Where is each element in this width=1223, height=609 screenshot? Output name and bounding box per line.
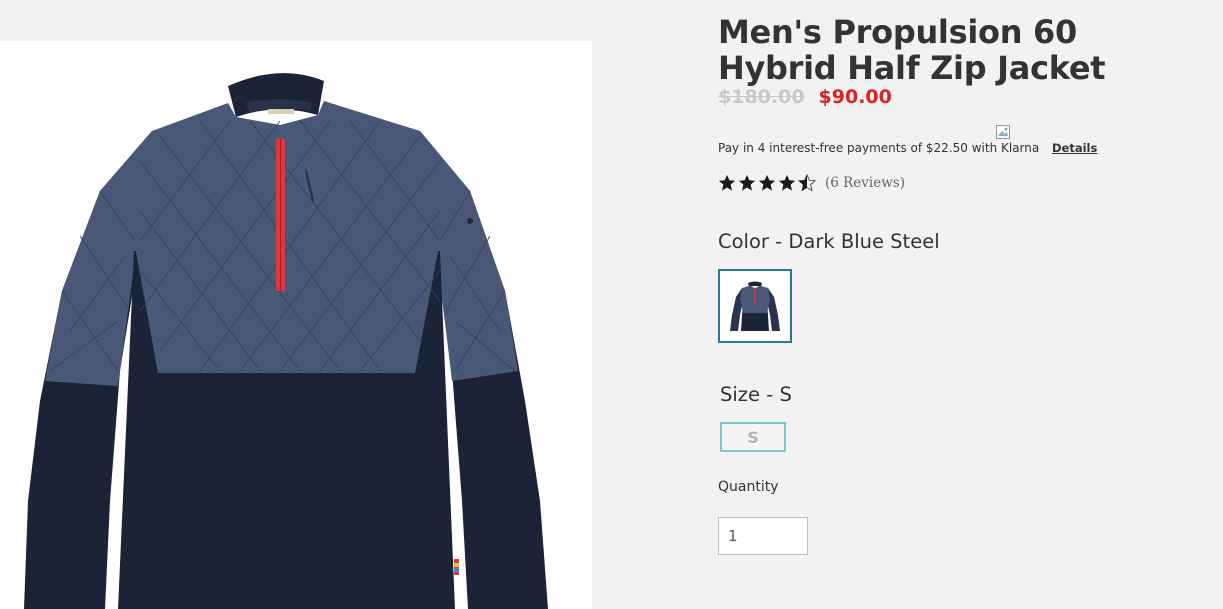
size-selection-label: Size - S [720, 383, 792, 406]
color-label: Color [718, 230, 769, 253]
color-value: Dark Blue Steel [788, 230, 940, 253]
size-label: Size [720, 383, 761, 406]
size-value: S [779, 383, 792, 406]
klarna-broken-image-icon [996, 125, 1010, 139]
color-swatch-image [730, 281, 780, 331]
klarna-details-link[interactable]: Details [1052, 141, 1097, 155]
star-icon [778, 174, 796, 191]
quantity-input[interactable] [718, 517, 808, 555]
star-rating [718, 174, 816, 192]
size-separator: - [760, 383, 780, 406]
klarna-text: Pay in 4 interest-free payments of $22.5… [718, 141, 1040, 155]
rating: (6 Reviews) [718, 174, 905, 192]
product-image-panel [0, 41, 592, 609]
reviews-link[interactable]: (6 Reviews) [825, 175, 905, 191]
klarna-promo: Pay in 4 interest-free payments of $22.5… [718, 124, 1118, 160]
color-swatch-dark-blue-steel[interactable] [718, 269, 792, 343]
product-title: Men's Propulsion 60 Hybrid Half Zip Jack… [718, 13, 1106, 87]
size-option-s[interactable]: S [720, 422, 786, 452]
color-separator: - [768, 230, 789, 253]
color-selection-label: Color - Dark Blue Steel [718, 230, 940, 253]
original-price: $180.00 [718, 86, 805, 108]
star-icon [738, 174, 756, 191]
product-info: Men's Propulsion 60 Hybrid Half Zip Jack… [718, 0, 1223, 609]
price-row: $180.00 $90.00 [718, 86, 892, 108]
star-icon [718, 174, 736, 191]
quantity-label: Quantity [718, 479, 779, 495]
star-icon [758, 174, 776, 191]
product-image[interactable] [0, 41, 592, 609]
sale-price: $90.00 [818, 86, 892, 108]
half-star-icon [798, 174, 816, 192]
